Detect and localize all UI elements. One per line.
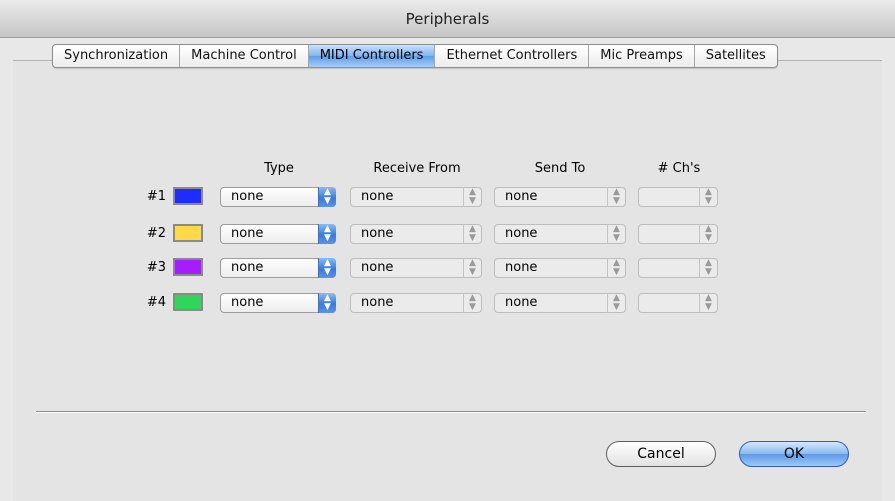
receive-from-value: none xyxy=(361,189,394,204)
header-send-to: Send To xyxy=(534,161,586,176)
type-value: none xyxy=(231,260,264,275)
send-to-value: none xyxy=(505,260,538,275)
receive-from-popup: none ▲ ▼ xyxy=(350,258,482,278)
up-down-arrows-icon: ▲ ▼ xyxy=(463,293,481,313)
up-down-arrows-icon: ▲ ▼ xyxy=(699,187,717,207)
header-channels: # Ch's xyxy=(657,161,701,176)
type-value: none xyxy=(231,226,264,241)
send-to-popup: none ▲ ▼ xyxy=(494,187,626,207)
up-down-arrows-icon: ▲ ▼ xyxy=(607,258,625,278)
up-down-arrows-icon: ▲ ▼ xyxy=(699,258,717,278)
color-swatch[interactable] xyxy=(173,224,203,242)
receive-from-value: none xyxy=(361,226,394,241)
color-swatch[interactable] xyxy=(173,187,203,205)
header-receive-from: Receive From xyxy=(373,161,461,176)
row-number: #2 xyxy=(146,226,166,241)
receive-from-popup: none ▲ ▼ xyxy=(350,293,482,313)
receive-from-value: none xyxy=(361,295,394,310)
tab-ethernet-controllers[interactable]: Ethernet Controllers xyxy=(435,45,590,67)
up-down-arrows-icon: ▲ ▼ xyxy=(318,187,336,207)
tab-machine-control[interactable]: Machine Control xyxy=(180,45,309,67)
window-content: Synchronization Machine Control MIDI Con… xyxy=(0,38,895,501)
table-row: #4 none ▲ ▼ none ▲ ▼ none ▲ ▼ ▲ ▼ xyxy=(0,292,895,314)
channels-popup: ▲ ▼ xyxy=(638,258,718,278)
up-down-arrows-icon: ▲ ▼ xyxy=(607,224,625,244)
row-number: #3 xyxy=(146,260,166,275)
channels-popup: ▲ ▼ xyxy=(638,293,718,313)
type-popup[interactable]: none ▲ ▼ xyxy=(220,224,336,244)
tab-midi-controllers[interactable]: MIDI Controllers xyxy=(308,45,436,67)
window-title-bar: Peripherals xyxy=(0,0,895,38)
send-to-value: none xyxy=(505,295,538,310)
row-number: #4 xyxy=(146,295,166,310)
color-swatch[interactable] xyxy=(173,258,203,276)
tab-pane xyxy=(13,60,882,501)
type-value: none xyxy=(231,295,264,310)
channels-popup: ▲ ▼ xyxy=(638,224,718,244)
tab-satellites[interactable]: Satellites xyxy=(695,45,777,67)
table-row: #1 none ▲ ▼ none ▲ ▼ none ▲ ▼ ▲ ▼ xyxy=(0,186,895,208)
type-value: none xyxy=(231,189,264,204)
receive-from-popup: none ▲ ▼ xyxy=(350,224,482,244)
up-down-arrows-icon: ▲ ▼ xyxy=(699,293,717,313)
up-down-arrows-icon: ▲ ▼ xyxy=(318,224,336,244)
send-to-popup: none ▲ ▼ xyxy=(494,258,626,278)
up-down-arrows-icon: ▲ ▼ xyxy=(318,293,336,313)
header-type: Type xyxy=(264,161,294,176)
up-down-arrows-icon: ▲ ▼ xyxy=(607,293,625,313)
channels-popup: ▲ ▼ xyxy=(638,187,718,207)
send-to-value: none xyxy=(505,226,538,241)
tab-synchronization[interactable]: Synchronization xyxy=(53,45,181,67)
send-to-value: none xyxy=(505,189,538,204)
ok-button[interactable]: OK xyxy=(739,441,849,467)
column-headers: Type Receive From Send To # Ch's xyxy=(0,161,895,177)
type-popup[interactable]: none ▲ ▼ xyxy=(220,187,336,207)
tab-mic-preamps[interactable]: Mic Preamps xyxy=(589,45,695,67)
cancel-button[interactable]: Cancel xyxy=(606,441,716,467)
window-title: Peripherals xyxy=(405,10,490,28)
send-to-popup: none ▲ ▼ xyxy=(494,293,626,313)
up-down-arrows-icon: ▲ ▼ xyxy=(699,224,717,244)
color-swatch[interactable] xyxy=(173,293,203,311)
type-popup[interactable]: none ▲ ▼ xyxy=(220,293,336,313)
up-down-arrows-icon: ▲ ▼ xyxy=(607,187,625,207)
up-down-arrows-icon: ▲ ▼ xyxy=(463,258,481,278)
send-to-popup: none ▲ ▼ xyxy=(494,224,626,244)
type-popup[interactable]: none ▲ ▼ xyxy=(220,258,336,278)
up-down-arrows-icon: ▲ ▼ xyxy=(463,224,481,244)
up-down-arrows-icon: ▲ ▼ xyxy=(463,187,481,207)
up-down-arrows-icon: ▲ ▼ xyxy=(318,258,336,278)
table-row: #2 none ▲ ▼ none ▲ ▼ none ▲ ▼ ▲ ▼ xyxy=(0,223,895,245)
tab-bar: Synchronization Machine Control MIDI Con… xyxy=(52,44,778,68)
divider xyxy=(36,411,866,413)
receive-from-value: none xyxy=(361,260,394,275)
table-row: #3 none ▲ ▼ none ▲ ▼ none ▲ ▼ ▲ ▼ xyxy=(0,257,895,279)
row-number: #1 xyxy=(146,189,166,204)
receive-from-popup: none ▲ ▼ xyxy=(350,187,482,207)
